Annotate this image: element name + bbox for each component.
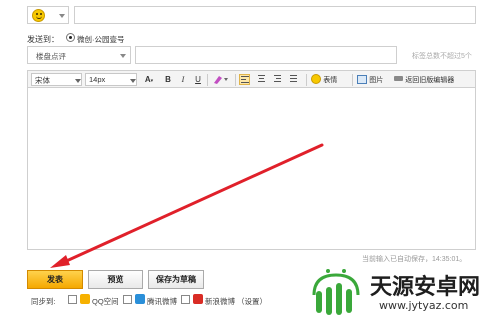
sync-sina-weibo-checkbox[interactable] <box>181 295 190 304</box>
align-justify-icon[interactable] <box>288 74 299 85</box>
toolbar-divider <box>306 74 307 86</box>
title-input[interactable] <box>74 6 476 24</box>
mood-emoji-select[interactable] <box>27 6 69 24</box>
tencent-weibo-icon <box>135 294 145 304</box>
sync-tencent-weibo-label: 腾讯微博 <box>147 297 177 306</box>
save-draft-button[interactable]: 保存为草稿 <box>148 270 204 289</box>
font-family-select[interactable]: 宋体 <box>31 73 82 86</box>
sendto-option-label: 微创·公园壹号 <box>77 35 125 44</box>
emoji-button[interactable]: 表情 <box>311 73 347 86</box>
category-select[interactable]: 楼盘点评 <box>27 46 131 64</box>
marker-icon <box>214 76 228 84</box>
sync-sina-weibo-label: 新浪微博 <box>205 297 235 306</box>
italic-button[interactable]: I <box>178 73 188 86</box>
watermark-url: www.jytyaz.com <box>379 299 469 312</box>
image-label: 图片 <box>369 77 384 84</box>
category-selected: 楼盘点评 <box>36 52 66 61</box>
smiley-icon <box>32 9 45 22</box>
sina-weibo-icon <box>193 294 203 304</box>
old-editor-label: 返回旧版编辑器 <box>405 77 455 84</box>
underline-button[interactable]: U <box>193 73 203 86</box>
image-icon <box>357 75 367 84</box>
chevron-down-icon <box>59 14 65 18</box>
image-button[interactable]: 图片 <box>357 73 389 86</box>
sync-qzone-label: QQ空间 <box>92 297 119 306</box>
sendto-label: 发送到： <box>27 35 59 44</box>
font-family-value: 宋体 <box>35 76 50 85</box>
preview-button[interactable]: 预览 <box>88 270 143 289</box>
toolbar-divider <box>235 74 236 86</box>
toolbar-divider <box>352 74 353 86</box>
watermark-logo-icon <box>312 269 360 315</box>
emoji-label: 表情 <box>323 77 338 84</box>
align-center-icon[interactable] <box>256 74 267 85</box>
tag-input[interactable] <box>135 46 397 64</box>
chevron-down-icon <box>120 54 126 58</box>
sync-tencent-weibo-checkbox[interactable] <box>123 295 132 304</box>
publish-button[interactable]: 发表 <box>27 270 83 289</box>
bold-button[interactable]: B <box>163 73 173 86</box>
sendto-radio[interactable] <box>66 33 75 42</box>
smiley-icon <box>311 74 321 84</box>
chevron-down-icon <box>75 79 81 83</box>
font-color-button[interactable]: A▾ <box>142 73 156 86</box>
old-editor-link[interactable]: 返回旧版编辑器 <box>394 73 474 86</box>
editor-content-area[interactable] <box>27 88 476 250</box>
tag-hint: 标签总数不超过5个 <box>412 53 472 60</box>
chevron-down-icon: ▾ <box>150 78 154 84</box>
watermark-title: 天源安卓网 <box>370 275 481 300</box>
sync-label: 同步到: <box>31 297 56 306</box>
align-left-icon[interactable] <box>239 74 250 85</box>
sync-qzone-checkbox[interactable] <box>68 295 77 304</box>
chevron-down-icon <box>130 79 136 83</box>
align-right-icon[interactable] <box>272 74 283 85</box>
editor-toolbar: 宋体 14px A▾ B I U 表情 图片 返回旧版编辑器 <box>27 70 476 88</box>
toolbar-divider <box>207 74 208 86</box>
switch-icon <box>394 76 403 81</box>
font-size-select[interactable]: 14px <box>85 73 137 86</box>
highlight-button[interactable] <box>211 73 231 86</box>
sync-settings-link[interactable]: （设置） <box>237 296 267 307</box>
autosave-status: 当前输入已自动保存，14:35:01。 <box>362 256 467 263</box>
font-size-value: 14px <box>89 75 106 84</box>
qzone-icon <box>80 294 90 304</box>
